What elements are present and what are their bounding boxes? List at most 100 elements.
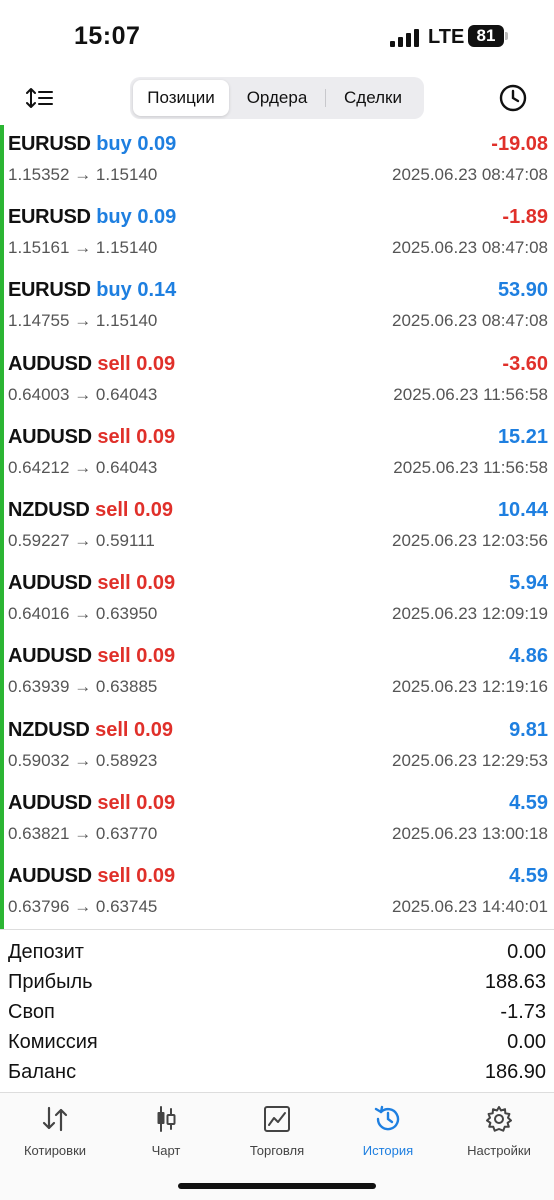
history-segmented-control: Позиции Ордера Сделки <box>130 77 424 119</box>
tab-settings[interactable]: Настройки <box>444 1103 554 1158</box>
deal-prices: 1.14755 → 1.15140 <box>8 311 157 331</box>
deal-profit: 9.81 <box>509 718 548 741</box>
deal-title: AUDUSD sell 0.09 <box>8 426 175 449</box>
deal-symbol: AUDUSD <box>8 865 92 887</box>
network-type: LTE <box>428 26 465 48</box>
deal-row[interactable]: AUDUSD sell 0.09 5.94 0.64016 → 0.63950 202… <box>8 564 548 637</box>
deal-close-price: 0.63950 <box>95 604 158 624</box>
status-bar: 15:07 LTE 81 <box>0 0 554 70</box>
deal-row[interactable]: AUDUSD sell 0.09 4.59 0.63796 → 0.63745 202… <box>8 857 548 930</box>
deal-row[interactable]: EURUSD buy 0.14 53.90 1.14755 → 1.15140 202… <box>8 271 548 344</box>
arrow-icon: → <box>74 384 92 404</box>
deal-close-price: 0.58923 <box>95 750 158 770</box>
tab-positions[interactable]: Позиции <box>133 80 229 116</box>
summary-balance: Баланс 186.90 <box>8 1057 546 1087</box>
summary-value: 0.00 <box>507 1030 546 1053</box>
deal-close-price: 1.15140 <box>95 238 158 258</box>
deal-time: 2025.06.23 08:47:08 <box>392 238 548 258</box>
deal-direction: sell <box>97 572 131 595</box>
deal-title: NZDUSD sell 0.09 <box>8 719 173 742</box>
home-indicator[interactable] <box>178 1183 376 1189</box>
deal-prices: 1.15352 → 1.15140 <box>8 165 157 185</box>
deal-close-price: 0.59111 <box>95 531 155 550</box>
deal-row[interactable]: NZDUSD sell 0.09 10.44 0.59227 → 0.59111 20… <box>8 491 548 564</box>
clock-icon[interactable] <box>497 82 529 114</box>
deal-direction: buy <box>96 133 132 155</box>
tab-label: История <box>362 1143 414 1158</box>
deal-volume: 0.09 <box>136 865 176 887</box>
arrow-icon: → <box>74 604 92 624</box>
deal-volume: 0.09 <box>137 133 177 155</box>
deal-row[interactable]: AUDUSD sell 0.09 4.59 0.63821 → 0.63770 202… <box>8 784 548 857</box>
deal-time: 2025.06.23 12:03:56 <box>392 531 548 550</box>
summary: Депозит 0.00 Прибыль 188.63 Своп -1.73 К… <box>8 937 546 1087</box>
summary-label: Депозит <box>8 940 84 963</box>
sort-icon[interactable] <box>22 82 58 114</box>
deal-row[interactable]: AUDUSD sell 0.09 -3.60 0.64003 → 0.64043 20… <box>8 345 548 418</box>
tab-deals[interactable]: Сделки <box>325 80 421 116</box>
deal-title: AUDUSD sell 0.09 <box>8 353 175 376</box>
deal-open-price: 0.64016 <box>8 604 70 624</box>
deal-profit: -1.89 <box>502 206 548 229</box>
tab-label: Торговля <box>249 1143 305 1158</box>
arrow-icon: → <box>74 457 92 477</box>
tab-history[interactable]: История <box>333 1103 443 1158</box>
deal-volume: 0.09 <box>136 791 176 814</box>
deal-profit: 4.59 <box>509 865 548 887</box>
deal-volume: 0.09 <box>134 718 173 741</box>
deal-open-price: 0.64003 <box>8 384 70 404</box>
deal-profit: 4.86 <box>509 645 548 668</box>
deal-symbol: EURUSD <box>8 133 91 155</box>
deal-title: AUDUSD sell 0.09 <box>8 572 175 595</box>
deal-title: NZDUSD sell 0.09 <box>8 499 173 522</box>
summary-swap: Своп -1.73 <box>8 997 546 1027</box>
deal-title: AUDUSD sell 0.09 <box>8 645 175 668</box>
arrow-icon: → <box>74 750 92 770</box>
deal-profit: -3.60 <box>502 352 548 375</box>
deal-profit: -19.08 <box>491 133 548 155</box>
deal-volume: 0.09 <box>136 352 176 375</box>
divider <box>0 929 554 930</box>
deal-time: 2025.06.23 08:47:08 <box>392 311 548 331</box>
deal-time: 2025.06.23 12:29:53 <box>392 750 548 770</box>
deal-profit: 4.59 <box>509 791 548 814</box>
deal-direction: buy <box>96 279 132 302</box>
deal-symbol: AUDUSD <box>8 791 92 814</box>
deal-direction: sell <box>95 499 129 521</box>
deal-open-price: 0.63796 <box>8 897 70 916</box>
deal-prices: 0.63796 → 0.63745 <box>8 897 157 917</box>
deal-direction: buy <box>96 206 132 229</box>
position-indicator-bar <box>0 125 4 929</box>
battery-tip <box>505 32 508 40</box>
deal-prices: 0.59227 → 0.59111 <box>8 531 155 551</box>
tab-quotes[interactable]: Котировки <box>0 1103 110 1158</box>
deal-close-price: 1.15140 <box>95 311 158 331</box>
deal-row[interactable]: EURUSD buy 0.09 -19.08 1.15352 → 1.15140 20… <box>8 125 548 198</box>
trade-chart-icon <box>222 1103 332 1135</box>
deal-title: EURUSD buy 0.09 <box>8 206 176 229</box>
deal-row[interactable]: EURUSD buy 0.09 -1.89 1.15161 → 1.15140 202… <box>8 198 548 271</box>
quotes-icon <box>0 1103 110 1135</box>
deal-symbol: NZDUSD <box>8 499 90 521</box>
deal-volume: 0.14 <box>137 279 177 302</box>
tab-chart[interactable]: Чарт <box>111 1103 221 1158</box>
summary-label: Прибыль <box>8 970 93 993</box>
deal-row[interactable]: AUDUSD sell 0.09 4.86 0.63939 → 0.63885 202… <box>8 637 548 710</box>
summary-label: Баланс <box>8 1060 77 1083</box>
tab-orders[interactable]: Ордера <box>229 80 325 116</box>
deal-row[interactable]: NZDUSD sell 0.09 9.81 0.59032 → 0.58923 202… <box>8 711 548 784</box>
arrow-icon: → <box>74 311 92 331</box>
tab-label: Настройки <box>467 1143 531 1158</box>
deal-row[interactable]: AUDUSD sell 0.09 15.21 0.64212 → 0.64043 20… <box>8 418 548 491</box>
arrow-icon: → <box>74 165 92 184</box>
deal-time: 2025.06.23 14:40:01 <box>392 897 548 916</box>
history-clock-icon <box>333 1103 443 1135</box>
deal-prices: 0.63821 → 0.63770 <box>8 824 157 844</box>
deal-open-price: 0.59032 <box>8 750 70 770</box>
deal-open-price: 0.63939 <box>8 677 70 697</box>
tab-label: Чарт <box>151 1143 181 1158</box>
deal-direction: sell <box>97 791 131 814</box>
deal-symbol: AUDUSD <box>8 425 92 448</box>
tab-trade[interactable]: Торговля <box>222 1103 332 1158</box>
summary-label: Своп <box>8 1000 55 1023</box>
